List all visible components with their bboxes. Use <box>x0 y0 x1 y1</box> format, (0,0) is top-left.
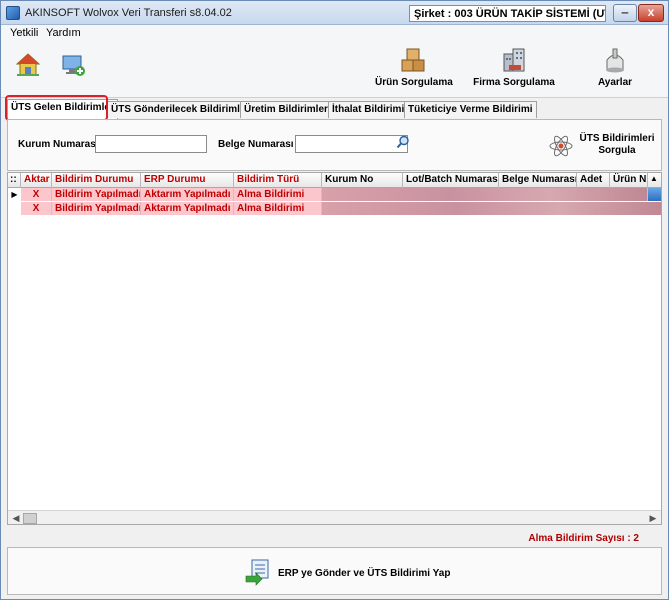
scroll-right-arrow[interactable]: ▶ <box>646 512 660 524</box>
monitor-add-icon <box>62 55 85 76</box>
grid-header: :: Aktar Bildirim Durumu ERP Durumu Bild… <box>8 173 661 188</box>
row-aktar-cell[interactable]: X <box>21 202 52 215</box>
belge-numarasi-input[interactable] <box>295 135 408 153</box>
active-tab-highlight <box>5 95 108 121</box>
action-panel: ERP ye Gönder ve ÜTS Bildirimi Yap <box>7 547 662 595</box>
close-button[interactable]: x <box>638 4 664 22</box>
column-header-bildirim-durumu[interactable]: Bildirim Durumu <box>52 173 141 188</box>
row-erp-durumu-cell: Aktarım Yapılmadı <box>141 188 234 201</box>
scroll-left-arrow[interactable]: ◀ <box>9 512 23 524</box>
belge-numarasi-label: Belge Numarası <box>218 139 294 150</box>
search-panel: Kurum Numarası Belge Numarası ÜTS Bildir… <box>7 119 662 171</box>
app-window: AKINSOFT Wolvox Veri Transferi s8.04.02 … <box>0 0 669 600</box>
buildings-icon <box>503 48 525 72</box>
firma-sorgulama-label: Firma Sorgulama <box>473 77 555 88</box>
row-bildirim-durumu-cell: Bildirim Yapılmadı <box>52 202 141 215</box>
scroll-thumb[interactable] <box>23 513 37 524</box>
row-bildirim-turu-cell: Alma Bildirimi <box>234 188 322 201</box>
urun-sorgulama-label: Ürün Sorgulama <box>375 77 453 88</box>
column-header-erp-durumu[interactable]: ERP Durumu <box>141 173 234 188</box>
row-highlight-edge <box>648 188 661 201</box>
alma-bildirim-count: Alma Bildirim Sayısı : 2 <box>528 533 639 544</box>
kurum-numarasi-input[interactable] <box>95 135 207 153</box>
row-bildirim-turu-cell: Alma Bildirimi <box>234 202 322 215</box>
column-header-urun-nu[interactable]: Ürün Nu <box>610 173 648 188</box>
column-header-bildirim-turu[interactable]: Bildirim Türü <box>234 173 322 188</box>
row-redacted-cells <box>322 188 648 201</box>
uts-bildirimleri-sorgula-button[interactable]: ÜTS Bildirimleri Sorgula <box>544 127 658 165</box>
row-aktar-cell[interactable]: X <box>21 188 52 201</box>
window-title: AKINSOFT Wolvox Veri Transferi s8.04.02 <box>25 7 232 19</box>
toolbar: Ürün Sorgulama Firma Sorgulama Ayarlar <box>1 42 668 98</box>
erp-gonder-label: ERP ye Gönder ve ÜTS Bildirimi Yap <box>278 568 451 579</box>
tab-uts-gonderilecek-bildirimler[interactable]: ÜTS Gönderilecek Bildirimler <box>107 101 254 118</box>
menu-bar: Yetkili Yardım <box>1 25 668 42</box>
table-row[interactable]: ▶ X Bildirim Yapılmadı Aktarım Yapılmadı… <box>8 188 661 201</box>
home-icon <box>15 53 41 76</box>
settings-device-icon <box>606 48 624 73</box>
notifications-grid: :: Aktar Bildirim Durumu ERP Durumu Bild… <box>7 172 662 525</box>
uts-bildirimleri-sorgula-label: ÜTS Bildirimleri Sorgula <box>579 133 655 156</box>
row-selector-indicator <box>8 202 21 215</box>
company-selector[interactable]: Şirket : 003 ÜRÜN TAKİP SİSTEMİ (UTS) <box>409 5 606 22</box>
row-bildirim-durumu-cell: Bildirim Yapılmadı <box>52 188 141 201</box>
urun-sorgulama-button[interactable]: Ürün Sorgulama <box>375 46 453 88</box>
menu-yetkili[interactable]: Yetkili <box>10 27 38 39</box>
ayarlar-label: Ayarlar <box>597 77 633 88</box>
column-header-kurum-no[interactable]: Kurum No <box>322 173 403 188</box>
app-icon <box>6 6 20 20</box>
ayarlar-button[interactable]: Ayarlar <box>593 46 637 88</box>
menu-yardim[interactable]: Yardım <box>46 27 81 39</box>
column-header-lot-batch[interactable]: Lot/Batch Numarası <box>403 173 499 188</box>
kurum-numarasi-label: Kurum Numarası <box>18 139 99 150</box>
erp-gonder-button[interactable]: ERP ye Gönder ve ÜTS Bildirimi Yap <box>244 554 450 590</box>
row-redacted-cells <box>322 202 661 215</box>
grid-corner: :: <box>8 173 21 188</box>
column-header-aktar[interactable]: Aktar <box>21 173 52 188</box>
monitor-add-button[interactable] <box>61 52 87 81</box>
column-header-adet[interactable]: Adet <box>577 173 610 188</box>
minimize-button[interactable]: ‒ <box>613 4 637 22</box>
send-sheet-icon <box>245 559 269 586</box>
tab-ithalat-bildirimi[interactable]: İthalat Bildirimi <box>328 101 409 118</box>
tab-tuketiciye-verme-bildirimi[interactable]: Tüketiciye Verme Bildirimi <box>404 101 537 118</box>
title-bar: AKINSOFT Wolvox Veri Transferi s8.04.02 … <box>1 1 668 25</box>
row-erp-durumu-cell: Aktarım Yapılmadı <box>141 202 234 215</box>
tab-uretim-bildirimleri[interactable]: Üretim Bildirimleri <box>240 101 335 118</box>
search-icon[interactable] <box>396 135 410 149</box>
row-selector-indicator: ▶ <box>11 190 18 199</box>
home-button[interactable] <box>15 52 41 81</box>
column-header-belge-numarasi[interactable]: Belge Numarası <box>499 173 577 188</box>
boxes-icon <box>401 48 425 72</box>
horizontal-scrollbar[interactable]: ◀ ▶ <box>8 510 661 524</box>
scroll-up-arrow[interactable]: ▲ <box>648 173 661 188</box>
atom-icon <box>549 135 573 157</box>
firma-sorgulama-button[interactable]: Firma Sorgulama <box>473 46 555 88</box>
table-row[interactable]: X Bildirim Yapılmadı Aktarım Yapılmadı A… <box>8 202 661 215</box>
